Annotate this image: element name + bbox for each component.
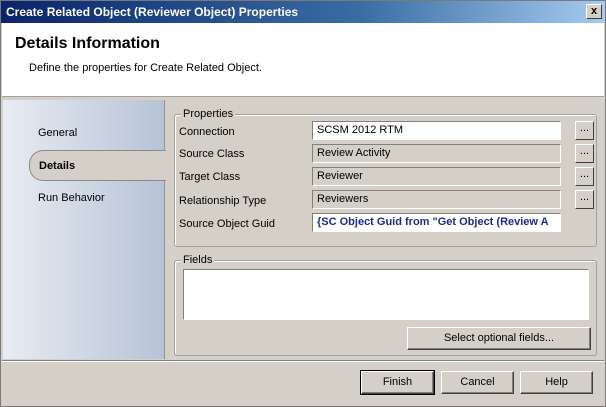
source-object-guid-field[interactable]: {SC Object Guid from "Get Object (Review… [312,213,561,232]
target-class-label: Target Class [179,171,241,183]
title-bar: Create Related Object (Reviewer Object) … [1,1,605,23]
page-title: Details Information [15,35,160,52]
connection-label: Connection [179,126,235,138]
source-class-field: Review Activity [312,144,561,163]
cancel-button[interactable]: Cancel [441,371,514,394]
fields-list[interactable] [183,269,589,320]
close-button[interactable]: x [586,4,602,19]
help-button[interactable]: Help [520,371,593,394]
nav-item-run-behavior[interactable]: Run Behavior [38,192,105,204]
nav-panel: General Details Run Behavior [3,100,166,359]
finish-button[interactable]: Finish [360,370,435,395]
properties-group-title: Properties [181,108,236,120]
select-optional-fields-button[interactable]: Select optional fields... [407,327,591,350]
details-header: Details Information Define the propertie… [2,23,604,97]
nav-item-general[interactable]: General [38,127,77,139]
connection-browse-button[interactable]: ... [575,121,594,140]
relationship-type-label: Relationship Type [179,195,267,207]
target-class-field: Reviewer [312,167,561,186]
relationship-type-field: Reviewers [312,190,561,209]
fields-group-title: Fields [181,254,215,266]
nav-item-details[interactable]: Details [29,150,166,181]
target-class-browse-button[interactable]: ... [575,167,594,186]
source-class-label: Source Class [179,148,245,160]
footer-divider [2,360,604,362]
window-title: Create Related Object (Reviewer Object) … [6,5,299,19]
source-object-guid-label: Source Object Guid [179,218,275,230]
page-subtitle: Define the properties for Create Related… [29,62,262,74]
properties-dialog: Create Related Object (Reviewer Object) … [0,0,606,407]
source-class-browse-button[interactable]: ... [575,144,594,163]
relationship-type-browse-button[interactable]: ... [575,190,594,209]
connection-field[interactable]: SCSM 2012 RTM [312,121,561,140]
